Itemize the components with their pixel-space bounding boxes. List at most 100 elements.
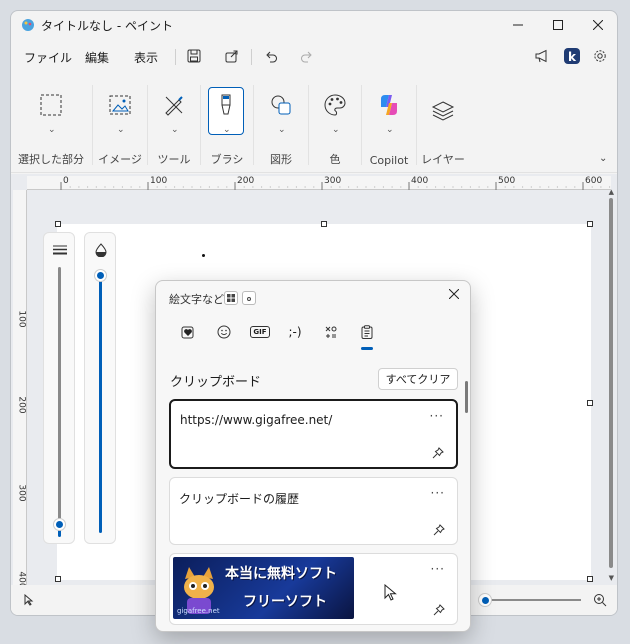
opacity-track-fill[interactable]: [99, 273, 102, 533]
menu-file[interactable]: ファイル: [24, 49, 72, 66]
share-icon: [225, 50, 238, 63]
account-avatar[interactable]: k: [561, 46, 583, 66]
ruler-label: 400: [411, 176, 429, 186]
clipboard-item[interactable]: https://www.gigafree.net/ ···: [169, 399, 458, 469]
ribbon-group-select[interactable]: ⌄ 選択した部分: [11, 75, 91, 173]
menu-view[interactable]: 表示: [134, 49, 158, 66]
panel-input-mode-button[interactable]: [242, 291, 256, 305]
chevron-down-icon: ⌄: [332, 125, 340, 135]
clipboard-item[interactable]: クリップボードの履歴 ···: [169, 477, 458, 545]
announcement-button[interactable]: [531, 46, 553, 66]
scroll-down-icon[interactable]: ▼: [609, 574, 614, 582]
clipboard-heading: クリップボード: [170, 375, 262, 390]
panel-layout-button[interactable]: [224, 291, 238, 305]
ribbon-group-shapes[interactable]: ⌄ 図形: [255, 75, 307, 173]
ribbon-group-brush[interactable]: ⌄ ブラシ: [202, 75, 252, 173]
resize-handle[interactable]: [55, 221, 61, 227]
opacity-drop-icon: [95, 243, 107, 257]
close-button[interactable]: [577, 11, 617, 39]
panel-scrollbar[interactable]: [465, 381, 468, 413]
chevron-down-icon: ⌄: [171, 125, 179, 135]
ruler-label: 200: [16, 396, 27, 414]
close-icon[interactable]: [449, 289, 459, 299]
ribbon-group-image[interactable]: ⌄ イメージ: [94, 75, 146, 173]
ruler-label: 100: [16, 310, 27, 328]
ruler-label: 600: [585, 176, 603, 186]
zoom-slider-track[interactable]: [481, 599, 581, 601]
opacity-panel: [84, 232, 116, 544]
more-options-icon[interactable]: ···: [431, 562, 445, 576]
brush-size-track[interactable]: [58, 267, 61, 533]
clipboard-item-image[interactable]: 本当に無料ソフト フリーソフト gigafree.net ···: [169, 553, 458, 625]
dot-icon: [247, 297, 251, 301]
resize-handle[interactable]: [587, 400, 593, 406]
ribbon-group-layers[interactable]: レイヤー: [418, 75, 468, 173]
tab-kaomoji[interactable]: ;-): [283, 321, 307, 343]
brush-size-thumb[interactable]: [53, 518, 66, 531]
tab-gif[interactable]: GIF: [248, 321, 272, 343]
settings-button[interactable]: [589, 46, 611, 66]
ribbon-divider: [92, 85, 93, 165]
redo-icon: [301, 51, 312, 63]
avatar-icon: k: [564, 48, 580, 64]
save-icon: [187, 49, 201, 63]
brush-size-panel: [43, 232, 75, 544]
resize-handle[interactable]: [587, 221, 593, 227]
kaomoji-icon: ;-): [288, 325, 302, 339]
ribbon-divider: [253, 85, 254, 165]
share-button[interactable]: [221, 46, 243, 66]
ribbon-group-colors[interactable]: ⌄ 色: [310, 75, 360, 173]
ribbon-group-tools[interactable]: ⌄ ツール: [149, 75, 199, 173]
pin-icon[interactable]: [432, 447, 444, 459]
clear-all-button[interactable]: すべてクリア: [378, 368, 458, 390]
more-options-icon[interactable]: ···: [430, 409, 444, 423]
minimize-button[interactable]: [497, 11, 539, 39]
ribbon-label-layers: レイヤー: [421, 153, 465, 166]
resize-handle[interactable]: [587, 576, 593, 582]
active-tab-indicator: [361, 347, 373, 350]
resize-handle[interactable]: [321, 221, 327, 227]
ruler-label: 200: [237, 176, 255, 186]
ribbon-group-copilot[interactable]: ⌄ Copilot: [363, 75, 415, 173]
menu-edit[interactable]: 編集: [85, 49, 109, 66]
clipboard-icon: [361, 325, 373, 339]
gif-icon: GIF: [250, 326, 270, 338]
tab-symbols[interactable]: [319, 321, 343, 343]
title-bar: タイトルなし - ペイント: [11, 11, 617, 39]
scroll-up-icon[interactable]: ▲: [609, 188, 614, 196]
maximize-button[interactable]: [537, 11, 579, 39]
shapes-icon: [271, 95, 291, 115]
more-options-icon[interactable]: ···: [431, 486, 445, 500]
undo-icon: [266, 51, 277, 63]
tab-emoji[interactable]: [212, 321, 236, 343]
opacity-thumb[interactable]: [94, 269, 107, 282]
zoom-slider-thumb[interactable]: [478, 593, 492, 607]
ribbon-divider: [200, 85, 201, 165]
ribbon-divider: [147, 85, 148, 165]
redo-button[interactable]: [296, 46, 318, 66]
selection-icon: [40, 94, 62, 116]
save-button[interactable]: [183, 46, 205, 66]
window-title: タイトルなし - ペイント: [41, 19, 173, 33]
ruler-vertical: 100 200 300 400: [13, 190, 27, 589]
ribbon-expand-chevron-icon[interactable]: ⌄: [599, 153, 607, 164]
maximize-icon: [553, 20, 563, 30]
resize-handle[interactable]: [55, 576, 61, 582]
megaphone-icon: [535, 49, 547, 63]
tab-favorites[interactable]: [176, 321, 200, 343]
menu-divider: [175, 49, 176, 65]
pin-icon[interactable]: [433, 604, 445, 616]
brush-icon: [221, 94, 231, 115]
ruler-label: 500: [498, 176, 516, 186]
clipboard-image-thumbnail: 本当に無料ソフト フリーソフト gigafree.net: [173, 557, 354, 619]
tab-clipboard[interactable]: [355, 321, 379, 343]
chevron-down-icon: ⌄: [223, 125, 231, 135]
mouse-cursor-icon: [384, 584, 397, 601]
palette-icon: [324, 94, 346, 116]
vertical-scrollbar[interactable]: [609, 198, 613, 568]
pin-icon[interactable]: [433, 524, 445, 536]
menu-divider: [251, 49, 252, 65]
zoom-in-icon[interactable]: [593, 593, 607, 607]
undo-button[interactable]: [260, 46, 282, 66]
ruler-ticks: [60, 182, 611, 190]
